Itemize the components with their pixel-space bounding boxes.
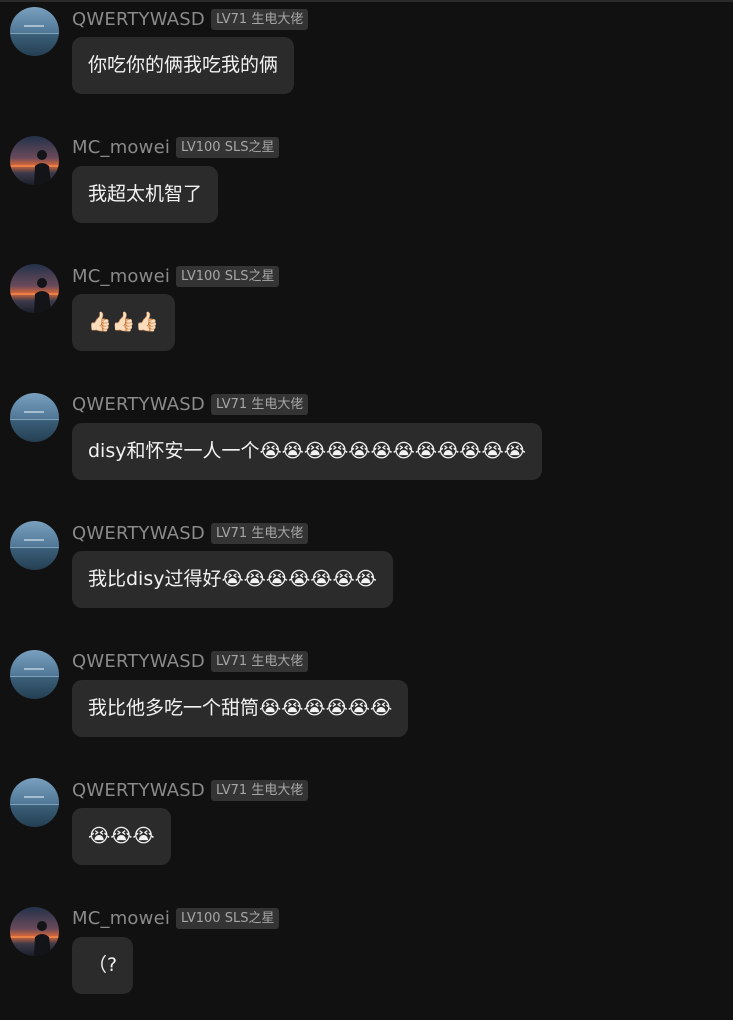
level-badge: LV71 生电大佬 bbox=[210, 651, 309, 672]
message-header: QWERTYWASD LV71 生电大佬 bbox=[72, 649, 309, 675]
level-badge: LV100 SLS之星 bbox=[176, 908, 280, 929]
message-bubble[interactable]: （? bbox=[72, 936, 134, 994]
sunset-avatar[interactable] bbox=[10, 135, 59, 185]
message-bubble[interactable]: 我超太机智了 bbox=[72, 165, 219, 223]
level-badge: LV71 生电大佬 bbox=[210, 779, 309, 801]
sunset-avatar[interactable] bbox=[10, 906, 59, 956]
level-badge: LV71 生电大佬 bbox=[210, 522, 309, 544]
sea-avatar[interactable] bbox=[10, 778, 59, 827]
level-badge: LV100 SLS之星 bbox=[176, 265, 280, 287]
sea-avatar[interactable] bbox=[10, 521, 59, 570]
chat-message-3: MC_mowei LV100 SLS之星 👍🏻👍🏻👍🏻 bbox=[0, 257, 733, 377]
chat-message-2: MC_mowei LV100 SLS之星 我超太机智了 bbox=[0, 129, 733, 249]
message-header: MC_mowei LV100 SLS之星 bbox=[72, 263, 280, 289]
message-bubble[interactable]: 👍🏻👍🏻👍🏻 bbox=[72, 294, 175, 351]
level-badge: LV71 生电大佬 bbox=[210, 8, 309, 30]
username[interactable]: QWERTYWASD bbox=[72, 394, 205, 415]
level-badge: LV100 SLS之星 bbox=[176, 137, 280, 158]
username[interactable]: MC_mowei bbox=[72, 908, 170, 929]
sunset-avatar[interactable] bbox=[10, 264, 59, 313]
username[interactable]: QWERTYWASD bbox=[72, 9, 205, 30]
message-bubble[interactable]: disy和怀安一人一个😭😭😭😭😭😭😭😭😭😭😭😭 bbox=[72, 422, 542, 480]
message-header: QWERTYWASD LV71 生电大佬 bbox=[72, 392, 309, 418]
sea-avatar[interactable] bbox=[10, 649, 59, 699]
message-header: QWERTYWASD LV71 生电大佬 bbox=[72, 6, 309, 32]
message-header: QWERTYWASD LV71 生电大佬 bbox=[72, 777, 309, 803]
chat-message-list: QWERTYWASD LV71 生电大佬 你吃你的俩我吃我的俩 MC_mowei… bbox=[0, 0, 733, 1016]
chat-message-5: QWERTYWASD LV71 生电大佬 我比disy过得好😭😭😭😭😭😭😭 bbox=[0, 514, 733, 634]
chat-message-7: QWERTYWASD LV71 生电大佬 😭😭😭 bbox=[0, 771, 733, 891]
message-bubble[interactable]: 我比disy过得好😭😭😭😭😭😭😭 bbox=[72, 551, 393, 608]
username[interactable]: MC_mowei bbox=[72, 266, 170, 287]
message-bubble[interactable]: 😭😭😭 bbox=[72, 808, 171, 865]
message-bubble[interactable]: 我比他多吃一个甜筒😭😭😭😭😭😭 bbox=[72, 679, 409, 737]
username[interactable]: QWERTYWASD bbox=[72, 780, 205, 801]
username[interactable]: MC_mowei bbox=[72, 137, 170, 158]
chat-message-1: QWERTYWASD LV71 生电大佬 你吃你的俩我吃我的俩 bbox=[0, 0, 733, 120]
chat-message-8: MC_mowei LV100 SLS之星 （? bbox=[0, 900, 733, 1020]
username[interactable]: QWERTYWASD bbox=[72, 523, 205, 544]
username[interactable]: QWERTYWASD bbox=[72, 651, 205, 672]
chat-message-4: QWERTYWASD LV71 生电大佬 disy和怀安一人一个😭😭😭😭😭😭😭😭… bbox=[0, 386, 733, 506]
chat-message-6: QWERTYWASD LV71 生电大佬 我比他多吃一个甜筒😭😭😭😭😭😭 bbox=[0, 643, 733, 763]
message-header: MC_mowei LV100 SLS之星 bbox=[72, 135, 280, 161]
message-header: MC_mowei LV100 SLS之星 bbox=[72, 906, 280, 932]
message-bubble[interactable]: 你吃你的俩我吃我的俩 bbox=[72, 37, 295, 94]
message-header: QWERTYWASD LV71 生电大佬 bbox=[72, 520, 309, 546]
sea-avatar[interactable] bbox=[10, 7, 59, 56]
sea-avatar[interactable] bbox=[10, 392, 59, 442]
level-badge: LV71 生电大佬 bbox=[210, 394, 309, 415]
